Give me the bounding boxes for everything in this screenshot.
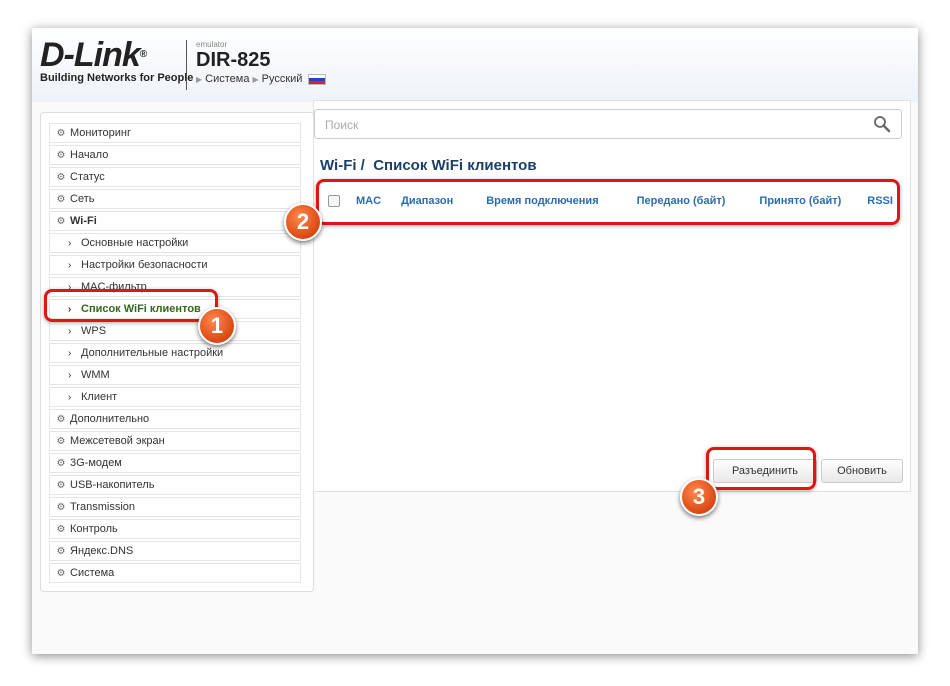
main-panel: Wi-Fi / Список WiFi клиентов MAC Диапазо… xyxy=(313,100,911,492)
sidebar-item-usb-storage[interactable]: ⚙ USB-накопитель xyxy=(49,475,301,495)
chevron-right-icon: ▶ xyxy=(252,74,259,84)
sidebar-item-system[interactable]: ⚙ Система xyxy=(49,563,301,583)
sidebar-item-wps[interactable]: › WPS xyxy=(49,321,301,341)
highlight-disconnect xyxy=(706,447,816,490)
russia-flag-icon[interactable] xyxy=(308,73,327,85)
sidebar-item-security-settings[interactable]: › Настройки безопасности xyxy=(49,255,301,275)
highlight-wifi-clients xyxy=(44,289,218,322)
model-block: emulator DIR-825 ▶ Система ▶ Русский xyxy=(196,40,327,85)
gear-icon: ⚙ xyxy=(56,501,66,513)
highlight-table-header xyxy=(316,179,900,225)
gear-icon: ⚙ xyxy=(56,413,66,425)
chevron-right-icon: ▶ xyxy=(196,74,203,84)
sidebar-item-monitoring[interactable]: ⚙ Мониторинг xyxy=(49,123,301,143)
search-icon[interactable] xyxy=(873,115,891,133)
refresh-button[interactable]: Обновить xyxy=(821,459,903,483)
search-box xyxy=(314,109,902,139)
header: D-Link® Building Networks for People emu… xyxy=(32,28,918,102)
sidebar-item-status[interactable]: ⚙ Статус xyxy=(49,167,301,187)
sidebar-menu: ⚙ Мониторинг ⚙ Начало ⚙ Статус ⚙ Сеть ⚙ Wi-Fi… xyxy=(40,112,314,592)
sidebar-item-basic-settings[interactable]: › Основные настройки xyxy=(49,233,301,253)
gear-icon: ⚙ xyxy=(56,171,66,183)
sidebar-item-control[interactable]: ⚙ Контроль xyxy=(49,519,301,539)
gear-icon: ⚙ xyxy=(56,479,66,491)
chevron-right-icon: › xyxy=(68,237,72,249)
gear-icon: ⚙ xyxy=(56,523,66,535)
gear-icon: ⚙ xyxy=(56,567,66,579)
emulator-label: emulator xyxy=(196,40,228,49)
sidebar-item-client[interactable]: › Клиент xyxy=(49,387,301,407)
sidebar-item-advanced[interactable]: ⚙ Дополнительно xyxy=(49,409,301,429)
sidebar-item-network[interactable]: ⚙ Сеть xyxy=(49,189,301,209)
page-section[interactable]: Wi-Fi / xyxy=(320,157,365,174)
chevron-right-icon: › xyxy=(68,347,72,359)
page-title: Wi-Fi / Список WiFi клиентов xyxy=(320,157,537,174)
sidebar-item-start[interactable]: ⚙ Начало xyxy=(49,145,301,165)
sidebar-item-yandex-dns[interactable]: ⚙ Яндекс.DNS xyxy=(49,541,301,561)
chevron-right-icon: › xyxy=(68,325,72,337)
search-input[interactable] xyxy=(323,114,857,136)
step-badge-1: 1 xyxy=(198,307,236,345)
gear-icon: ⚙ xyxy=(56,127,66,139)
page-heading: Список WiFi клиентов xyxy=(373,157,537,174)
sidebar-item-advanced-settings[interactable]: › Дополнительные настройки xyxy=(49,343,301,363)
breadcrumb: ▶ Система ▶ Русский xyxy=(196,73,327,85)
header-divider xyxy=(186,40,187,90)
chevron-right-icon: › xyxy=(68,369,72,381)
router-admin-window: D-Link® Building Networks for People emu… xyxy=(32,28,918,654)
model-name: DIR-825 xyxy=(196,49,271,71)
gear-icon: ⚙ xyxy=(56,149,66,161)
gear-icon: ⚙ xyxy=(56,193,66,205)
sidebar-item-wifi[interactable]: ⚙ Wi-Fi xyxy=(49,211,301,231)
sidebar-item-transmission[interactable]: ⚙ Transmission xyxy=(49,497,301,517)
step-badge-2: 2 xyxy=(284,203,322,241)
gear-icon: ⚙ xyxy=(56,215,66,227)
sidebar-item-firewall[interactable]: ⚙ Межсетевой экран xyxy=(49,431,301,451)
gear-icon: ⚙ xyxy=(56,435,66,447)
sidebar-item-3g-modem[interactable]: ⚙ 3G-модем xyxy=(49,453,301,473)
step-badge-3: 3 xyxy=(680,478,718,516)
crumb-language[interactable]: Русский xyxy=(262,73,303,85)
chevron-right-icon: › xyxy=(68,259,72,271)
gear-icon: ⚙ xyxy=(56,457,66,469)
dlink-logo: D-Link® Building Networks for People xyxy=(40,36,194,84)
chevron-right-icon: › xyxy=(68,391,72,403)
crumb-system[interactable]: Система xyxy=(205,73,249,85)
gear-icon: ⚙ xyxy=(56,545,66,557)
sidebar-item-wmm[interactable]: › WMM xyxy=(49,365,301,385)
logo-tagline: Building Networks for People xyxy=(40,72,194,84)
